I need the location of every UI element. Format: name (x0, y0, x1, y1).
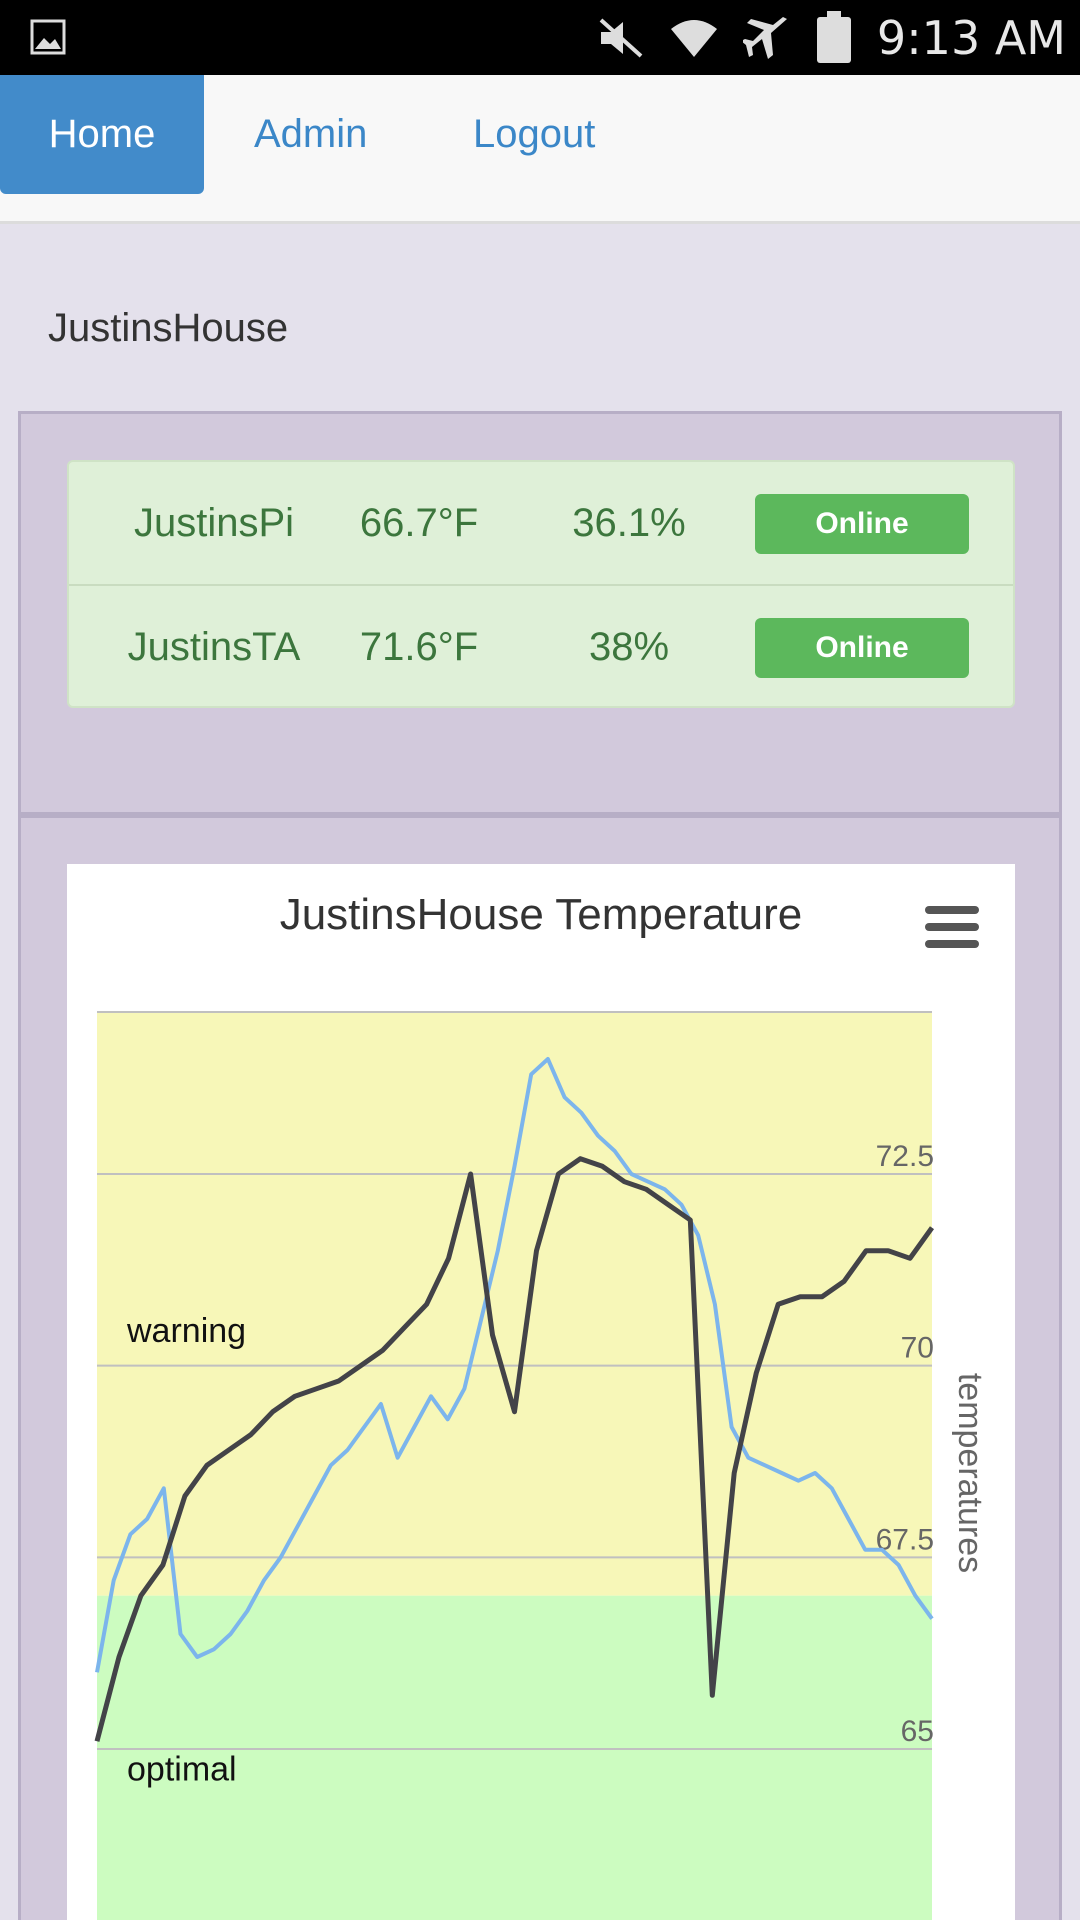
wifi-icon (669, 17, 719, 59)
image-icon (30, 19, 66, 55)
table-row: JustinsPi 66.7°F 36.1% Online (69, 462, 1013, 584)
device-name: JustinsPi (133, 501, 295, 545)
device-humidity: 36.1% (572, 501, 686, 545)
status-badge: Online (755, 618, 969, 678)
y-tick-label: 70 (901, 1332, 934, 1365)
temperature-chart: 6567.57072.5warningoptimaltemperatures (94, 1011, 989, 1920)
navbar: Home Admin Logout (0, 75, 1080, 224)
house-title: JustinsHouse (48, 306, 289, 350)
status-time: 9:13 AM (876, 10, 1066, 65)
mute-icon (597, 16, 645, 60)
status-badge: Online (755, 494, 969, 554)
plot-band-warning (97, 1012, 932, 1596)
chart-panel: 65 67.5 70 72.5 warning optimal temperatures J… (18, 815, 1062, 1920)
device-name: JustinsTA (127, 625, 301, 669)
devices-panel: JustinsPi 66.7°F 36.1% Online JustinsTA … (18, 411, 1062, 815)
device-table: JustinsPi 66.7°F 36.1% Online JustinsTA … (67, 460, 1015, 708)
band-label-warning: warning (126, 1312, 246, 1350)
nav-admin[interactable]: Admin (208, 75, 413, 194)
status-icons: 9:13 AM (597, 0, 1066, 75)
table-row: JustinsTA 71.6°F 38% Online (69, 584, 1013, 706)
device-temp: 71.6°F (359, 625, 479, 669)
airplane-icon (742, 15, 791, 61)
nav-home[interactable]: Home (0, 75, 204, 194)
chart-title: JustinsHouse Temperature (279, 890, 803, 939)
status-bar: 9:13 AM (0, 0, 1080, 75)
y-axis-title: temperatures (951, 1373, 989, 1573)
y-tick-label: 65 (901, 1715, 934, 1748)
device-temp: 66.7°F (359, 501, 479, 545)
band-label-optimal: optimal (127, 1751, 237, 1789)
device-humidity: 38% (588, 625, 670, 669)
chart-card: 65 67.5 70 72.5 warning optimal temperatures J… (67, 864, 1015, 1920)
menu-icon[interactable] (925, 906, 979, 948)
battery-icon (815, 10, 853, 65)
y-tick-label: 72.5 (876, 1140, 934, 1173)
nav-logout[interactable]: Logout (427, 75, 641, 194)
